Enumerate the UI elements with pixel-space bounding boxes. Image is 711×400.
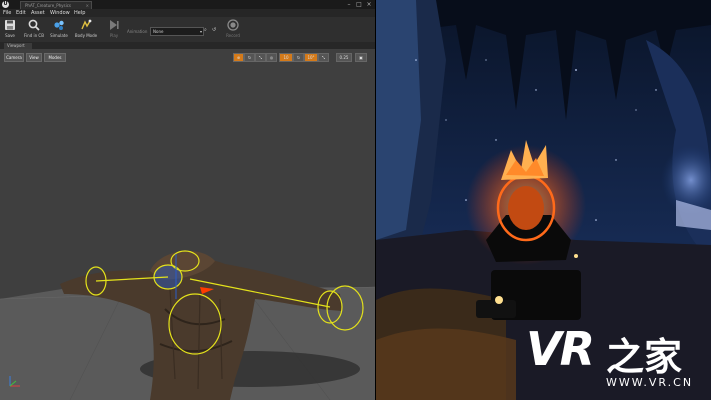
menu-file[interactable]: File [3,9,11,17]
rotation-snap-icon[interactable]: ↻ [293,53,304,62]
view-button[interactable]: View [26,53,42,62]
record-button[interactable]: Record [222,17,244,42]
modes-button[interactable]: Modes [44,53,66,62]
viewport-tab-bar: Viewport [0,42,375,49]
watermark-brand: 之家 [606,335,683,379]
play-button[interactable]: Play [104,17,124,42]
menu-asset[interactable]: Asset [31,9,45,17]
animation-dropdown-value: None [153,29,164,34]
viewport[interactable]: Camera View Modes ⊕ ↻ ⤡ ◎ 10 ↻ 10° ⤡ 0.2… [0,49,375,400]
document-tab-label: PhAT_Creature_Physics [25,3,71,8]
maximize-icon[interactable]: □ [354,0,364,9]
unreal-logo-icon: U [2,1,9,8]
menu-window[interactable]: Window [50,9,70,17]
play-icon [110,20,119,30]
translate-tool-icon[interactable]: ⊕ [233,53,244,62]
rotate-tool-icon[interactable]: ↻ [244,53,255,62]
body-mode-icon [81,19,92,30]
play-label: Play [109,33,119,38]
minimize-icon[interactable]: – [344,0,354,9]
watermark-url: WWW.VR.CN [606,376,694,389]
camera-button[interactable]: Camera [4,53,24,62]
watermark-mark: VR [526,322,595,376]
viewport-scene [0,250,375,400]
animation-dropdown[interactable]: None ▾ [150,27,204,36]
body-mode-button[interactable]: Body Mode [71,17,101,42]
axis-gizmo-icon [9,376,20,387]
save-label: Save [5,33,15,38]
body-mode-label: Body Mode [74,33,98,38]
scale-tool-icon[interactable]: ⤡ [255,53,266,62]
record-icon [227,19,239,31]
save-button[interactable]: Save [0,17,20,42]
menu-bar: File Edit Asset Window Help [0,9,375,17]
toolbar: Save Find in CB Simulate Body Mode Play … [0,17,375,43]
find-in-cb-button[interactable]: Find in CB [21,17,47,42]
title-bar: U PhAT_Creature_Physics × – □ × [0,0,375,9]
simulate-icon [54,20,64,30]
save-icon [5,20,15,30]
browse-icon[interactable]: ⌕ [204,27,207,33]
document-tab-close-icon[interactable]: × [86,2,89,9]
simulate-label: Simulate [50,33,68,38]
maximize-viewport-icon[interactable]: ▣ [355,53,367,62]
menu-help[interactable]: Help [74,9,85,17]
chevron-down-icon: ▾ [199,29,202,34]
grid-snap-value[interactable]: 10 [279,53,293,62]
document-tab[interactable]: PhAT_Creature_Physics × [20,1,92,9]
find-in-cb-label: Find in CB [24,33,44,38]
rotation-snap-value[interactable]: 10° [304,53,318,62]
animation-label: Animation [127,29,148,34]
window-close-icon[interactable]: × [364,0,374,9]
scale-snap-value[interactable]: 0.25 [336,53,352,62]
menu-edit[interactable]: Edit [16,9,26,17]
physics-asset-editor: U PhAT_Creature_Physics × – □ × File Edi… [0,0,375,400]
simulate-button[interactable]: Simulate [48,17,70,42]
world-local-toggle-icon[interactable]: ◎ [266,53,277,62]
watermark: VR 之家 WWW.VR.CN [512,300,711,400]
game-view: VR 之家 WWW.VR.CN [376,0,711,400]
magnifier-icon [28,19,40,31]
record-label: Record [226,33,240,38]
scale-snap-icon[interactable]: ⤡ [318,53,329,62]
reset-icon[interactable]: ↺ [212,27,216,33]
